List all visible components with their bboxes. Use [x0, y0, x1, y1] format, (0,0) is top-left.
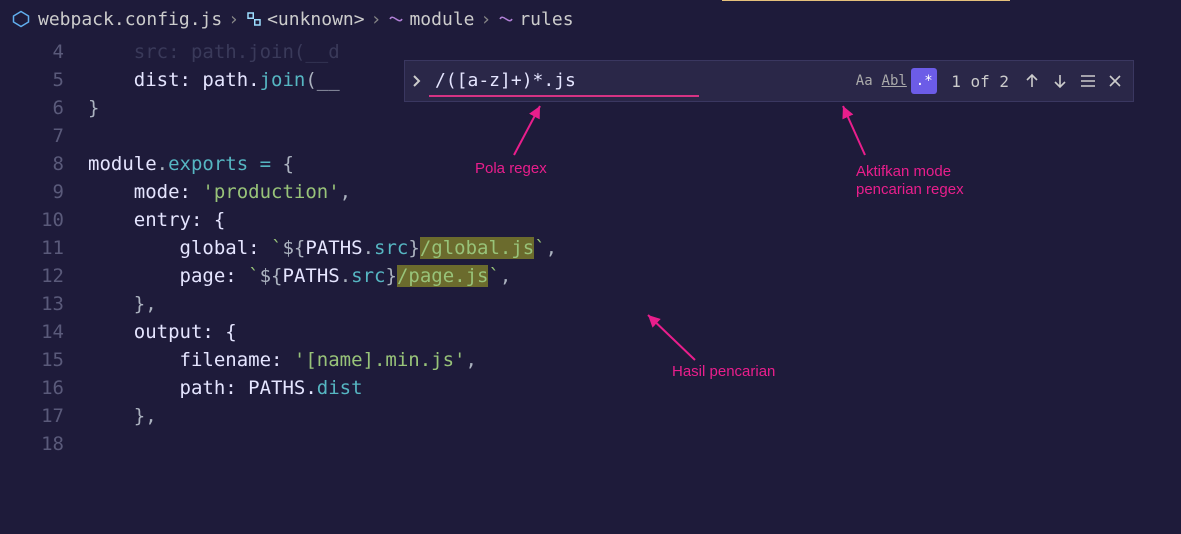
code-line: output: { — [88, 318, 1181, 346]
code-line: }, — [88, 402, 1181, 430]
line-number: 8 — [0, 150, 64, 178]
breadcrumb-symbol[interactable]: <unknown> — [245, 9, 365, 30]
line-number: 7 — [0, 122, 64, 150]
regex-toggle[interactable]: .* — [911, 68, 937, 94]
code-line: global: `${PATHS.src}/global.js`, — [88, 234, 1181, 262]
breadcrumb-label: <unknown> — [267, 9, 365, 30]
whole-word-toggle[interactable]: Abl — [881, 68, 907, 94]
code-line: entry: { — [88, 206, 1181, 234]
code-line: path: PATHS.dist — [88, 374, 1181, 402]
chevron-right-icon: › — [481, 9, 492, 30]
close-icon[interactable] — [1107, 73, 1123, 89]
code-line: }, — [88, 290, 1181, 318]
breadcrumb-symbol[interactable]: rules — [497, 9, 573, 30]
line-number: 12 — [0, 262, 64, 290]
code-line: mode: 'production', — [88, 178, 1181, 206]
line-number: 14 — [0, 318, 64, 346]
line-number: 9 — [0, 178, 64, 206]
expand-replace-icon[interactable] — [405, 61, 429, 101]
line-number: 13 — [0, 290, 64, 318]
code-line: filename: '[name].min.js', — [88, 346, 1181, 374]
breadcrumb-symbol[interactable]: module — [387, 9, 474, 30]
line-number: 11 — [0, 234, 64, 262]
line-number: 4 — [0, 38, 64, 66]
line-number: 16 — [0, 374, 64, 402]
line-number: 15 — [0, 346, 64, 374]
breadcrumb-file[interactable]: webpack.config.js — [38, 9, 222, 30]
breadcrumb-label: rules — [519, 9, 573, 30]
breadcrumb-label: module — [409, 9, 474, 30]
next-match-icon[interactable] — [1051, 72, 1069, 90]
line-number: 6 — [0, 94, 64, 122]
find-result-count: 1 of 2 — [951, 72, 1009, 91]
line-number-gutter: 4 5 6 7 8 9 10 11 12 13 14 15 16 17 18 — [0, 38, 88, 458]
code-line — [88, 430, 1181, 458]
file-icon — [12, 10, 30, 28]
line-number: 17 — [0, 402, 64, 430]
active-tab-indicator — [722, 0, 1010, 1]
line-number: 10 — [0, 206, 64, 234]
find-widget: Aa Abl .* 1 of 2 — [404, 60, 1134, 102]
prev-match-icon[interactable] — [1023, 72, 1041, 90]
chevron-right-icon: › — [371, 9, 382, 30]
match-case-toggle[interactable]: Aa — [851, 68, 877, 94]
code-line — [88, 122, 1181, 150]
line-number: 18 — [0, 430, 64, 458]
find-input[interactable] — [429, 65, 699, 97]
search-match: /page.js — [397, 265, 489, 287]
breadcrumb: webpack.config.js › <unknown> › module ›… — [0, 0, 1181, 38]
code-line: module.exports = { — [88, 150, 1181, 178]
line-number: 5 — [0, 66, 64, 94]
find-in-selection-icon[interactable] — [1079, 72, 1097, 90]
chevron-right-icon: › — [228, 9, 239, 30]
search-match: /global.js — [420, 237, 534, 259]
code-line: page: `${PATHS.src}/page.js`, — [88, 262, 1181, 290]
